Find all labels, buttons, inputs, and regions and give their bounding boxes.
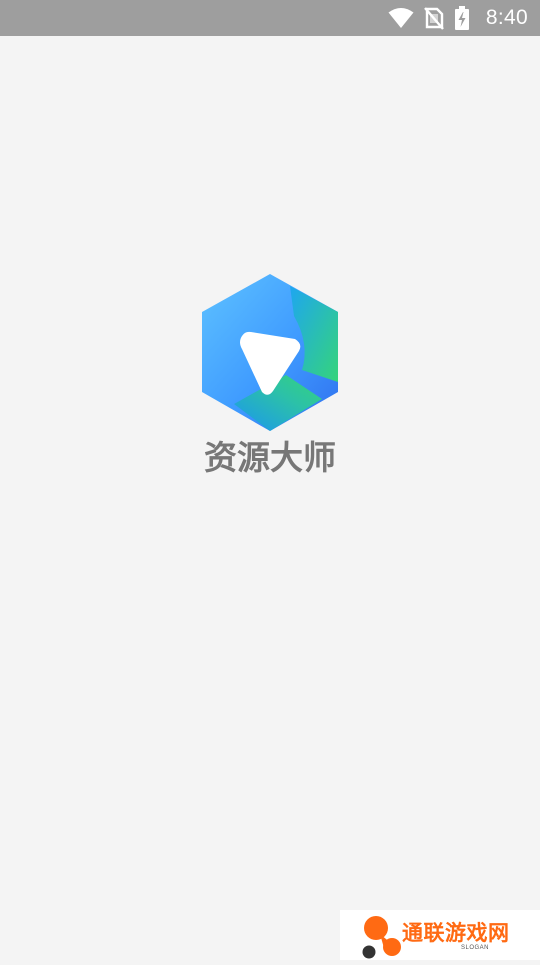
watermark-name: 通联游戏网	[402, 921, 510, 945]
app-logo-icon	[198, 272, 342, 434]
status-icons: 8:40	[388, 0, 528, 36]
no-sim-icon	[424, 6, 444, 30]
battery-charging-icon	[454, 6, 470, 30]
status-time: 8:40	[485, 6, 528, 29]
wifi-icon	[388, 7, 414, 29]
watermark: 通联游戏网 SLOGAN	[340, 910, 540, 960]
app-name: 资源大师	[204, 438, 336, 477]
status-bar: 8:40	[0, 0, 540, 36]
watermark-logo-icon	[360, 914, 402, 965]
watermark-slogan: SLOGAN	[461, 945, 490, 951]
